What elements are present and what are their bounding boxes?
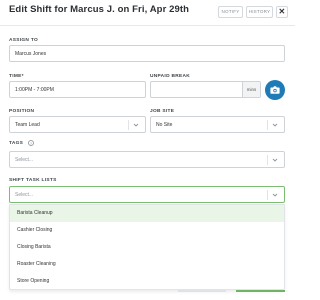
task-lists-dropdown: Barista Cleanup Cashier Closing Closing …: [9, 204, 285, 290]
modal-header: Edit Shift for Marcus J. on Fri, Apr 29t…: [0, 0, 295, 22]
tags-placeholder: Select...: [15, 157, 34, 163]
camera-button[interactable]: [265, 80, 285, 100]
shift-task-lists-label: SHIFT TASK LISTS: [9, 178, 57, 183]
unpaid-break-label: UNPAID BREAK: [150, 74, 191, 79]
assign-to-label: ASSIGN TO: [9, 38, 38, 43]
shift-task-lists-placeholder: Select...: [15, 192, 34, 198]
shift-task-lists-select[interactable]: Select...: [9, 186, 285, 203]
tags-label: TAGS: [9, 141, 24, 146]
time-field[interactable]: 1:00PM - 7:00PM: [9, 81, 146, 98]
chevron-down-icon: [272, 123, 278, 127]
select-separator: [267, 190, 268, 200]
dropdown-option-store-opening[interactable]: Store Opening: [10, 273, 284, 290]
select-separator: [128, 120, 129, 130]
secondary-action-button-edge[interactable]: [178, 290, 226, 292]
close-icon[interactable]: ✕: [276, 6, 288, 18]
chevron-down-icon: [272, 193, 278, 197]
modal-title: Edit Shift for Marcus J. on Fri, Apr 29t…: [9, 4, 190, 15]
select-separator: [267, 120, 268, 130]
header-divider: [0, 25, 295, 26]
chevron-down-icon: [133, 123, 139, 127]
job-site-select[interactable]: No Site: [150, 116, 285, 133]
select-separator: [267, 155, 268, 165]
chevron-down-icon: [272, 158, 278, 162]
position-select[interactable]: Team Lead: [9, 116, 146, 133]
dropdown-option-cashier-closing[interactable]: Cashier Closing: [10, 222, 284, 239]
mins-suffix: mins: [242, 82, 260, 97]
time-label: TIME*: [9, 74, 24, 79]
primary-action-button-edge[interactable]: [236, 290, 285, 292]
time-value: 1:00PM - 7:00PM: [15, 87, 54, 93]
dropdown-option-barista-cleanup[interactable]: Barista Cleanup: [10, 205, 284, 222]
assign-to-field[interactable]: Marcus Jones: [9, 45, 285, 62]
dropdown-option-closing-barista[interactable]: Closing Barista: [10, 239, 284, 256]
history-button[interactable]: HISTORY: [246, 6, 273, 18]
help-icon[interactable]: ?: [28, 140, 34, 146]
job-site-label: JOB SITE: [150, 109, 175, 114]
job-site-value: No Site: [156, 122, 173, 128]
tags-select[interactable]: Select...: [9, 151, 285, 168]
unpaid-break-field[interactable]: mins: [150, 81, 261, 98]
notify-button[interactable]: NOTIFY: [218, 6, 243, 18]
position-label: POSITION: [9, 109, 35, 114]
position-value: Team Lead: [15, 122, 40, 128]
dropdown-option-roaster-cleaning[interactable]: Roaster Cleaning: [10, 256, 284, 273]
assign-to-value: Marcus Jones: [15, 51, 47, 57]
camera-icon: [270, 86, 280, 94]
